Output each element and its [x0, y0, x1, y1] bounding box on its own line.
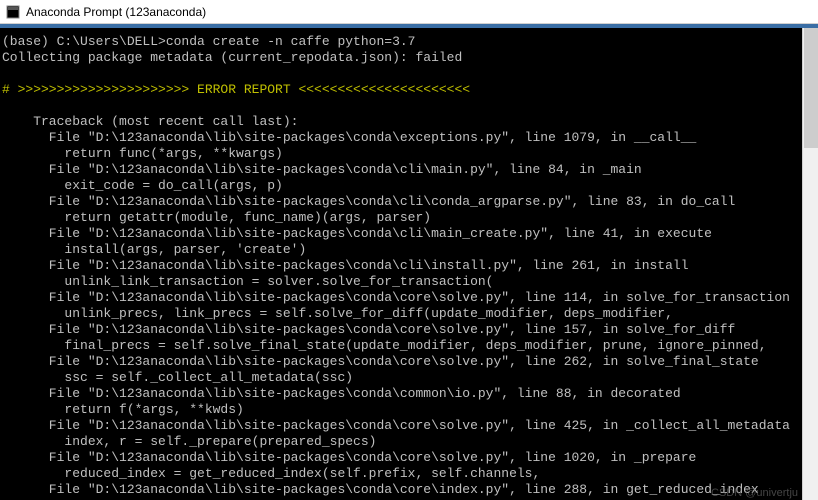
traceback-line: File "D:\123anaconda\lib\site-packages\c…	[2, 450, 696, 465]
traceback-line: File "D:\123anaconda\lib\site-packages\c…	[2, 194, 735, 209]
vertical-scrollbar[interactable]	[802, 28, 818, 500]
traceback-line: File "D:\123anaconda\lib\site-packages\c…	[2, 290, 790, 305]
traceback-line: index, r = self._prepare(prepared_specs)	[2, 434, 376, 449]
traceback-line: File "D:\123anaconda\lib\site-packages\c…	[2, 162, 642, 177]
traceback-line: install(args, parser, 'create')	[2, 242, 306, 257]
traceback-head: Traceback (most recent call last):	[2, 114, 298, 129]
status-line: Collecting package metadata (current_rep…	[2, 50, 462, 65]
traceback-line: File "D:\123anaconda\lib\site-packages\c…	[2, 482, 759, 497]
traceback-line: File "D:\123anaconda\lib\site-packages\c…	[2, 418, 790, 433]
traceback-line: reduced_index = get_reduced_index(self.p…	[2, 466, 540, 481]
traceback-line: ssc = self._collect_all_metadata(ssc)	[2, 370, 353, 385]
prompt-line: (base) C:\Users\DELL>conda create -n caf…	[2, 34, 415, 49]
traceback-line: exit_code = do_call(args, p)	[2, 178, 283, 193]
window-titlebar[interactable]: Anaconda Prompt (123anaconda)	[0, 0, 818, 24]
traceback-line: return func(*args, **kwargs)	[2, 146, 283, 161]
traceback-line: File "D:\123anaconda\lib\site-packages\c…	[2, 322, 735, 337]
error-report-header: # >>>>>>>>>>>>>>>>>>>>>> ERROR REPORT <<…	[2, 82, 470, 97]
traceback-line: unlink_link_transaction = solver.solve_f…	[2, 274, 493, 289]
window-title: Anaconda Prompt (123anaconda)	[26, 5, 206, 19]
traceback-line: unlink_precs, link_precs = self.solve_fo…	[2, 306, 673, 321]
traceback-line: final_precs = self.solve_final_state(upd…	[2, 338, 767, 353]
scrollbar-thumb[interactable]	[804, 28, 818, 148]
terminal-output[interactable]: (base) C:\Users\DELL>conda create -n caf…	[0, 28, 818, 500]
app-icon	[6, 5, 20, 19]
traceback-line: return f(*args, **kwds)	[2, 402, 244, 417]
traceback-line: File "D:\123anaconda\lib\site-packages\c…	[2, 354, 759, 369]
traceback-line: File "D:\123anaconda\lib\site-packages\c…	[2, 226, 712, 241]
traceback-line: File "D:\123anaconda\lib\site-packages\c…	[2, 130, 696, 145]
traceback-line: File "D:\123anaconda\lib\site-packages\c…	[2, 258, 689, 273]
traceback-line: return getattr(module, func_name)(args, …	[2, 210, 431, 225]
watermark: CSDN @univertju	[711, 487, 798, 499]
traceback-line: File "D:\123anaconda\lib\site-packages\c…	[2, 386, 681, 401]
